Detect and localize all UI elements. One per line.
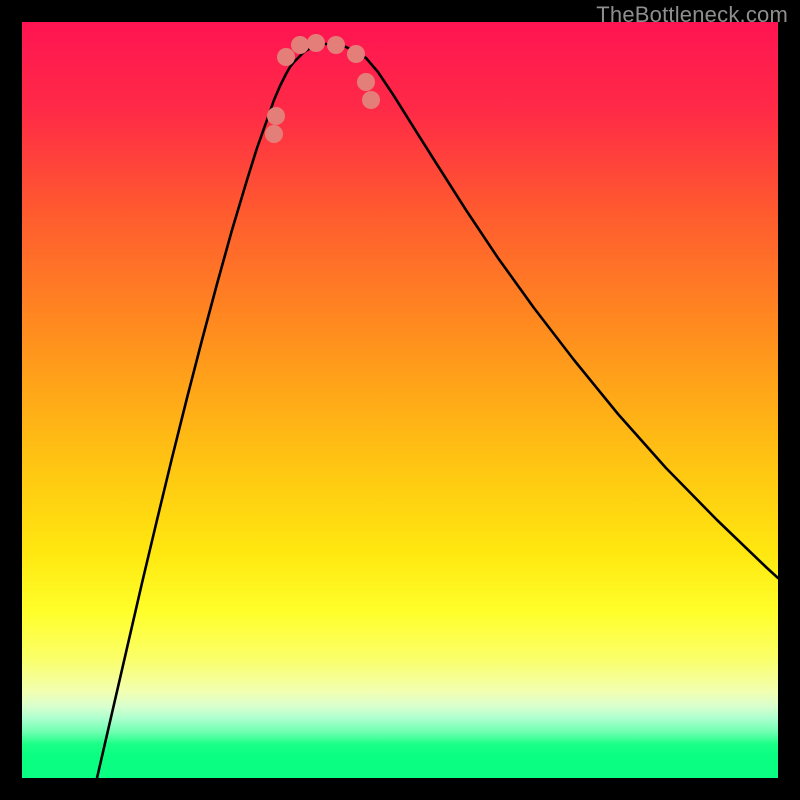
- watermark-text: TheBottleneck.com: [596, 2, 788, 28]
- gradient-backdrop: [22, 22, 778, 778]
- data-point: [307, 34, 325, 52]
- chart-frame: [22, 22, 778, 778]
- data-point: [357, 73, 375, 91]
- data-point: [291, 36, 309, 54]
- data-point: [277, 48, 295, 66]
- data-point: [362, 91, 380, 109]
- data-point: [267, 107, 285, 125]
- data-point: [265, 125, 283, 143]
- bottleneck-chart: [22, 22, 778, 778]
- data-point: [327, 36, 345, 54]
- data-point: [347, 45, 365, 63]
